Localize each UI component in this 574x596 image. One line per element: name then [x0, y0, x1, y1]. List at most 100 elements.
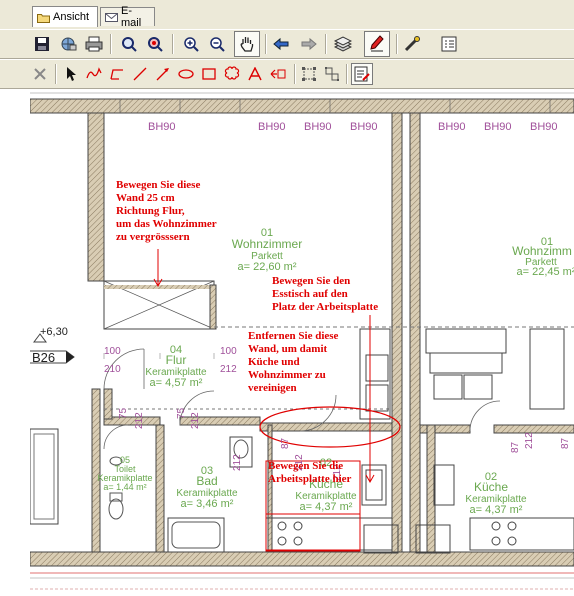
printer-icon — [85, 36, 103, 52]
zoom-area-button[interactable] — [144, 33, 166, 55]
zoom-out-button[interactable] — [206, 33, 228, 55]
annotate-button[interactable] — [364, 31, 390, 57]
ungroup-button[interactable] — [321, 63, 343, 85]
group-icon — [302, 67, 316, 81]
zoom-out-icon — [210, 37, 225, 52]
layers-button[interactable] — [332, 33, 354, 55]
tab-bar: Ansicht E-mail — [0, 0, 574, 29]
forward-button[interactable] — [297, 33, 319, 55]
ungroup-icon — [325, 67, 339, 81]
room-area: a= 22,45 m² — [516, 266, 574, 278]
arrow-back-icon — [273, 37, 289, 51]
polyline-button[interactable] — [106, 63, 128, 85]
annotation-move-table[interactable]: Bewegen Sie den Esstisch auf den Platz d… — [272, 275, 378, 314]
select-button[interactable] — [60, 63, 82, 85]
network-button[interactable] — [57, 33, 79, 55]
list-icon — [441, 36, 457, 52]
annotation-remove-wall[interactable]: Entfernen Sie diese Wand, um damit Küche… — [248, 330, 338, 395]
magnifier-icon — [122, 37, 137, 52]
kitchen-wall — [259, 422, 393, 432]
bh-label: BH90 — [258, 121, 286, 133]
print-button[interactable] — [83, 33, 105, 55]
tab-ansicht[interactable]: Ansicht — [32, 6, 98, 27]
floor-plan-canvas[interactable]: BH90 BH90 BH90 BH90 BH90 BH90 BH90 +6,30… — [30, 89, 574, 596]
room-area: a= 3,46 m² — [181, 498, 234, 510]
wall-left-upper — [87, 112, 105, 282]
measure-icon — [404, 36, 420, 52]
dim-label: 212 — [190, 412, 201, 429]
markup-toolbar — [0, 59, 574, 89]
level-mark: +6,30 — [40, 326, 68, 338]
bh-label: BH90 — [148, 121, 176, 133]
delete-button[interactable] — [29, 63, 51, 85]
dim-label: 212 — [524, 432, 535, 449]
room-name: Wohnzimmer — [232, 237, 302, 251]
wall-central-b — [409, 112, 421, 553]
rectangle-button[interactable] — [198, 63, 220, 85]
dim-label: 212 — [220, 364, 237, 375]
room-name: Flur — [166, 353, 187, 367]
room-area: a= 22,60 m² — [237, 261, 296, 273]
cloud-icon — [224, 66, 240, 80]
bh-label: BH90 — [530, 121, 558, 133]
annotation-move-counter[interactable]: Bewegen Sie die Arbeitsplatte hier — [268, 460, 351, 486]
wall-top — [30, 98, 574, 114]
cloud-button[interactable] — [221, 63, 243, 85]
dim-label: 210 — [104, 364, 121, 375]
arrow-forward-icon — [301, 37, 317, 51]
text-button[interactable] — [244, 63, 266, 85]
zoom-find-button[interactable] — [118, 33, 140, 55]
dim-label: 100 — [220, 346, 237, 357]
note-button[interactable] — [267, 63, 289, 85]
room-area: a= 4,57 m² — [150, 377, 203, 389]
room-name: Bad — [196, 474, 217, 488]
dim-label: 100 — [104, 346, 121, 357]
main-toolbar — [0, 29, 574, 59]
tab-ansicht-label: Ansicht — [53, 11, 90, 23]
magnifier-red-icon — [148, 37, 163, 52]
bh-label: BH90 — [438, 121, 466, 133]
zoom-in-button[interactable] — [180, 33, 202, 55]
arrow-button[interactable] — [152, 63, 174, 85]
settings-icon — [354, 66, 370, 82]
bh-label: BH90 — [304, 121, 332, 133]
globe-icon — [61, 37, 77, 51]
room-area: a= 4,37 m² — [470, 504, 523, 516]
bh-label: BH90 — [484, 121, 512, 133]
group-button[interactable] — [298, 63, 320, 85]
line-button[interactable] — [129, 63, 151, 85]
dim-label: 87 — [510, 441, 521, 453]
ellipse-button[interactable] — [175, 63, 197, 85]
rectangle-icon — [202, 68, 216, 80]
tab-email[interactable]: E-mail — [100, 5, 155, 29]
wall-central-a — [391, 112, 403, 553]
freehand-button[interactable] — [83, 63, 105, 85]
room-name: Wohnzimm — [512, 244, 572, 258]
pen-icon — [370, 35, 384, 52]
back-button[interactable] — [271, 33, 293, 55]
layers-icon — [334, 36, 352, 52]
bh-label: BH90 — [350, 121, 378, 133]
tab-email-label: E-mail — [121, 5, 142, 29]
unit-label: B26 — [32, 350, 55, 365]
x-icon — [34, 68, 46, 80]
note-icon — [270, 69, 286, 79]
left-margin — [0, 89, 30, 596]
freehand-icon — [86, 67, 102, 79]
annotation-settings-button[interactable] — [351, 63, 373, 85]
folder-icon — [37, 12, 50, 23]
measure-button[interactable] — [402, 33, 424, 55]
room-name: Küche — [474, 480, 508, 494]
annotation-move-wall[interactable]: Bewegen Sie diese Wand 25 cm Richtung Fl… — [116, 179, 217, 244]
floppy-disk-icon — [35, 37, 49, 51]
envelope-icon — [105, 12, 118, 23]
pan-button[interactable] — [234, 31, 260, 57]
polyline-icon — [110, 69, 123, 80]
dim-label: 212 — [232, 454, 243, 471]
wall-bottom — [30, 551, 574, 567]
hand-icon — [240, 37, 254, 52]
dim-label: 87 — [560, 437, 571, 449]
properties-button[interactable] — [438, 33, 460, 55]
arrow-icon — [156, 68, 169, 81]
save-button[interactable] — [31, 33, 53, 55]
